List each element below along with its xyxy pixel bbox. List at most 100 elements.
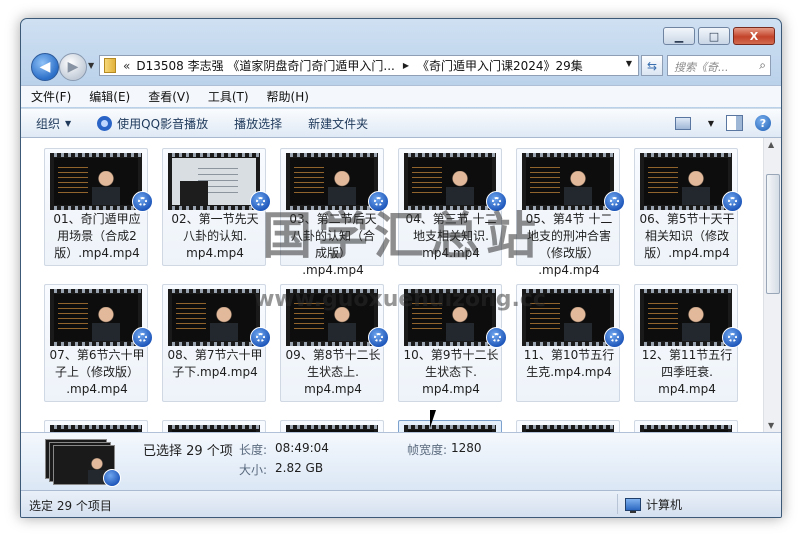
file-name-line: mp4.mp4: [304, 382, 362, 396]
file-tile[interactable]: 09、第8节十二长生状态上. mp4.mp409、第8节十二长生状态上. mp4.m…: [280, 284, 389, 402]
change-view-icon[interactable]: [674, 116, 691, 130]
file-name-display: 08、第7节六十甲 子下.mp4.mp4: [165, 347, 265, 381]
video-frame: [408, 294, 492, 341]
new-folder-button[interactable]: 新建文件夹: [308, 115, 368, 132]
organize-button[interactable]: 组织 ▼: [36, 115, 71, 132]
search-icon[interactable]: ⌕: [759, 58, 766, 73]
address-overflow-chevron[interactable]: «: [123, 59, 130, 73]
file-tile[interactable]: [516, 420, 620, 432]
breadcrumb-parent[interactable]: D13508 李志强 《道家阴盘奇门奇门遁甲入门...: [136, 57, 395, 74]
presenter: [564, 171, 592, 205]
menu-help[interactable]: 帮助(H): [267, 88, 309, 105]
status-location-text: 计算机: [646, 498, 683, 512]
close-button[interactable]: X: [733, 27, 775, 45]
play-with-qq-button[interactable]: 使用QQ影音播放: [97, 115, 208, 132]
file-tile[interactable]: 06、第5节十天干相关知识（修改版）.mp4.mp406、第5节十天干相关知识（…: [634, 148, 743, 266]
presenter: [210, 307, 238, 341]
qq-player-icon: [97, 115, 113, 131]
file-tile[interactable]: 05、第4节 十二地支的刑冲合害 （修改版） .mp4.mp405、第4节 十二地支…: [516, 148, 625, 277]
selection-stack-thumbnail: [45, 439, 125, 487]
video-thumbnail: [50, 425, 142, 432]
scroll-down-icon[interactable]: ▼: [768, 421, 774, 430]
video-thumbnail: [404, 289, 496, 346]
video-frame: [526, 158, 610, 205]
file-name-line: 05、第4节 十二: [525, 212, 613, 226]
slide-text: [176, 299, 206, 329]
preview-pane-icon[interactable]: [726, 115, 743, 131]
file-name-line: 07、第6节六十甲: [49, 348, 145, 362]
play-selection-button[interactable]: 播放选择: [234, 115, 282, 132]
file-name-display: 09、第8节十二长 生状态上. mp4.mp4: [283, 347, 383, 398]
qq-video-badge-icon: [722, 191, 743, 212]
video-thumbnail: [168, 425, 260, 432]
menu-tools[interactable]: 工具(T): [208, 88, 249, 105]
file-tile[interactable]: 08、第7节六十甲子下.mp4.mp408、第7节六十甲子下.mp4.mp4: [162, 284, 271, 402]
address-bar[interactable]: « D13508 李志强 《道家阴盘奇门奇门遁甲入门... ▶ 《奇门遁甲入门课…: [99, 55, 639, 76]
video-frame: [172, 158, 256, 205]
file-tile[interactable]: 03、第二节后天八卦的认知（合成版） .mp4.mp403、第二节后天八卦的认知（…: [280, 148, 389, 277]
view-dropdown-icon[interactable]: ▼: [708, 119, 714, 128]
video-frame: [290, 158, 374, 205]
address-dropdown-icon[interactable]: ▼: [626, 59, 632, 68]
file-name-display: 10、第9节十二长 生状态下. mp4.mp4: [401, 347, 501, 398]
file-name-display: 11、第10节五行 生克.mp4.mp4: [519, 347, 619, 381]
frame-width-key: 帧宽度:: [407, 443, 448, 457]
video-frame: [54, 294, 138, 341]
maximize-button[interactable]: □: [698, 27, 730, 45]
file-tile[interactable]: 01、奇门遁甲应用场景（合成2 版）.mp4.mp401、奇门遁甲应用场景（合成2…: [44, 148, 153, 266]
history-dropdown[interactable]: ▼: [88, 61, 94, 70]
file-tile[interactable]: 12、第11节五行四季旺衰. mp4.mp412、第11节五行四季旺衰. mp4.m…: [634, 284, 743, 402]
menu-file[interactable]: 文件(F): [31, 88, 71, 105]
status-bar: 选定 29 个项目 计算机: [21, 490, 781, 517]
file-tile[interactable]: [280, 420, 384, 432]
presenter: [564, 307, 592, 341]
refresh-button[interactable]: ⇆: [641, 55, 663, 76]
scroll-thumb[interactable]: [766, 174, 780, 294]
title-bar: ▁ □ X: [21, 19, 781, 45]
file-name-line: 生状态下.: [425, 365, 477, 379]
length-key: 长度:: [239, 443, 268, 457]
video-thumbnail: [286, 153, 378, 210]
file-tile[interactable]: 07、第6节六十甲子上（修改版） .mp4.mp407、第6节六十甲子上（修改版）…: [44, 284, 153, 402]
vertical-scrollbar[interactable]: ▲ ▼: [763, 138, 781, 432]
breadcrumb-separator-icon[interactable]: ▶: [403, 61, 409, 70]
search-input[interactable]: 搜索《奇... ⌕: [667, 55, 771, 76]
video-thumbnail: [640, 425, 732, 432]
presenter: [682, 307, 710, 341]
video-thumbnail: [50, 289, 142, 346]
scroll-up-icon[interactable]: ▲: [768, 140, 774, 149]
file-tile[interactable]: [44, 420, 148, 432]
file-name-line: 08、第7节六十甲: [167, 348, 263, 362]
help-icon[interactable]: ?: [755, 115, 771, 131]
file-name-line: 地支相关知识.: [413, 229, 489, 243]
video-thumbnail: [522, 153, 614, 210]
file-name-display: 12、第11节五行 四季旺衰. mp4.mp4: [637, 347, 737, 398]
file-name-line: 四季旺衰.: [661, 365, 713, 379]
breadcrumb-current[interactable]: 《奇门遁甲入门课2024》29集: [417, 57, 583, 74]
menu-edit[interactable]: 编辑(E): [89, 88, 130, 105]
file-tile[interactable]: 10、第9节十二长生状态下. mp4.mp410、第9节十二长生状态下. mp4.m…: [398, 284, 507, 402]
file-tile[interactable]: [162, 420, 266, 432]
qq-video-badge-icon: [486, 191, 507, 212]
file-tile[interactable]: 11、第10节五行生克.mp4.mp411、第10节五行生克.mp4.mp4: [516, 284, 625, 402]
file-tile[interactable]: 02、第一节先天八卦的认知. mp4.mp402、第一节先天八卦的认知. mp4.m…: [162, 148, 271, 266]
forward-button[interactable]: ▶: [59, 53, 87, 81]
presenter: [92, 307, 120, 341]
file-tile[interactable]: [398, 420, 502, 432]
qq-video-badge-icon: [604, 191, 625, 212]
minimize-button[interactable]: ▁: [663, 27, 695, 45]
file-tile[interactable]: 04、第三节 十二地支相关知识. mp4.mp404、第三节 十二地支相关知识. m…: [398, 148, 507, 266]
file-name-line: 03、第二节后天: [289, 212, 377, 226]
mouse-cursor-icon: [430, 410, 436, 428]
video-thumbnail: [286, 425, 378, 432]
video-badge-icon: [103, 469, 121, 487]
file-name-display: 07、第6节六十甲 子上（修改版） .mp4.mp4: [47, 347, 147, 398]
file-name-line: 10、第9节十二长: [403, 348, 499, 362]
menu-view[interactable]: 查看(V): [148, 88, 190, 105]
file-tile[interactable]: [634, 420, 738, 432]
slide-text: [412, 299, 442, 329]
file-name-line: 八卦的认知.: [183, 229, 247, 243]
file-name-display: 01、奇门遁甲应 用场景（合成2 版）.mp4.mp4: [47, 211, 147, 262]
back-button[interactable]: ◀: [31, 53, 59, 81]
video-frame: [290, 294, 374, 341]
